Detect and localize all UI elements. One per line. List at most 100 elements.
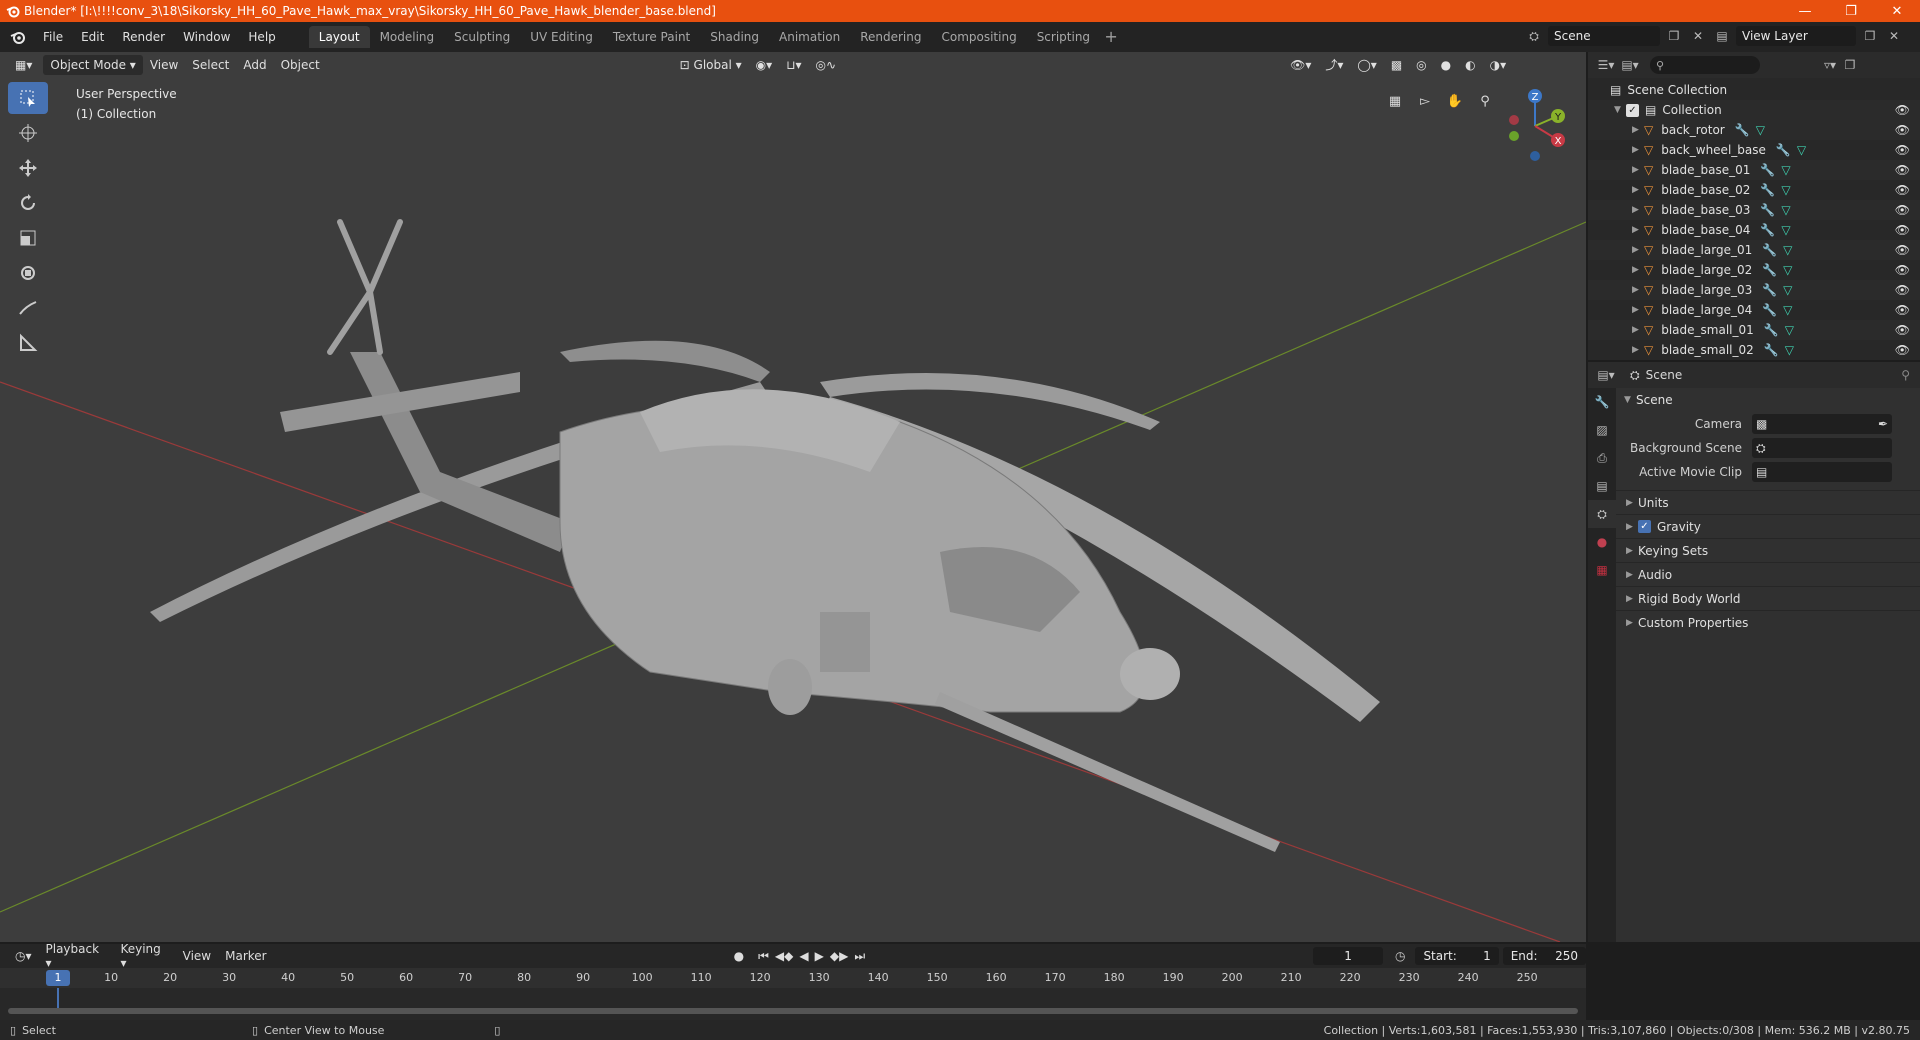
next-keyframe-icon[interactable]: ◆▶ — [830, 949, 848, 964]
transform-orientation-dropdown[interactable]: ⊡ Global ▾ — [673, 55, 749, 75]
expand-arrow-icon[interactable]: ▶ — [1632, 265, 1644, 275]
eye-icon[interactable]: 👁 — [1895, 283, 1910, 297]
tab-layout[interactable]: Layout — [308, 26, 370, 48]
outliner-item[interactable]: ▶ ▽ blade_large_02 🔧 ▽ 👁 — [1588, 260, 1920, 280]
mesh-data-icon[interactable]: ▽ — [1781, 163, 1790, 177]
modifier-wrench-icon[interactable]: 🔧 — [1764, 343, 1779, 357]
clock-icon[interactable]: ◷ — [1395, 949, 1405, 963]
eye-icon[interactable]: 👁 — [1895, 183, 1910, 197]
gravity-panel[interactable]: ▶ ✓ Gravity — [1616, 514, 1920, 538]
grid-view-icon[interactable]: ▦ — [1382, 88, 1408, 114]
scene-icon[interactable]: ⛭ — [1524, 26, 1544, 46]
modifier-wrench-icon[interactable]: 🔧 — [1760, 223, 1775, 237]
expand-arrow-icon[interactable]: ▼ — [1614, 105, 1626, 115]
new-scene-icon[interactable]: ❐ — [1664, 26, 1684, 46]
outliner-item[interactable]: ▶ ▽ blade_base_01 🔧 ▽ 👁 — [1588, 160, 1920, 180]
properties-editor-type-icon[interactable]: ▤▾ — [1596, 365, 1616, 385]
expand-arrow-icon[interactable]: ▶ — [1632, 225, 1644, 235]
menu-render[interactable]: Render — [113, 26, 174, 48]
expand-arrow-icon[interactable]: ▶ — [1632, 185, 1644, 195]
custom-properties-panel[interactable]: ▶ Custom Properties — [1616, 610, 1920, 634]
eye-icon[interactable]: 👁 — [1895, 263, 1910, 277]
zoom-icon[interactable]: ⚲ — [1472, 88, 1498, 114]
background-scene-field[interactable]: ⛭ — [1752, 438, 1892, 458]
timeline-editor-type-icon[interactable]: ◷▾ — [8, 949, 39, 963]
play-icon[interactable]: ▶ — [815, 949, 824, 964]
mesh-data-icon[interactable]: ▽ — [1781, 223, 1790, 237]
tab-modeling[interactable]: Modeling — [370, 26, 445, 48]
expand-arrow-icon[interactable]: ▶ — [1632, 145, 1644, 155]
tab-sculpting[interactable]: Sculpting — [444, 26, 520, 48]
outliner-editor-type-icon[interactable]: ☰▾ — [1596, 55, 1616, 75]
outliner-item[interactable]: ▶ ▽ blade_small_01 🔧 ▽ 👁 — [1588, 320, 1920, 340]
camera-view-icon[interactable]: ▻ — [1412, 88, 1438, 114]
expand-arrow-icon[interactable]: ▶ — [1632, 285, 1644, 295]
eye-icon[interactable]: 👁 — [1895, 243, 1910, 257]
mesh-data-icon[interactable]: ▽ — [1785, 343, 1794, 357]
mesh-data-icon[interactable]: ▽ — [1781, 183, 1790, 197]
editor-type-icon[interactable]: ▦▾ — [8, 55, 39, 75]
solid-shading-icon[interactable]: ● — [1434, 55, 1458, 75]
expand-arrow-icon[interactable]: ▶ — [1632, 325, 1644, 335]
menu-marker[interactable]: Marker — [218, 949, 273, 963]
filter-icon[interactable]: ▿▾ — [1820, 55, 1840, 75]
modifier-wrench-icon[interactable]: 🔧 — [1760, 183, 1775, 197]
minimize-button[interactable]: — — [1782, 0, 1828, 22]
wireframe-shading-icon[interactable]: ◎ — [1409, 55, 1433, 75]
view-layer-field[interactable]: View Layer — [1736, 26, 1856, 46]
snap-icon[interactable]: ⊔▾ — [779, 55, 808, 75]
expand-arrow-icon[interactable]: ▶ — [1632, 345, 1644, 355]
mesh-data-icon[interactable]: ▽ — [1797, 143, 1806, 157]
menu-keying[interactable]: Keying ▾ — [113, 942, 175, 970]
tab-compositing[interactable]: Compositing — [931, 26, 1026, 48]
scene-name-field[interactable]: Scene — [1548, 26, 1660, 46]
mesh-data-icon[interactable]: ▽ — [1756, 123, 1765, 137]
rendered-shading-icon[interactable]: ◑▾ — [1483, 55, 1514, 75]
outliner-item[interactable]: ▶ ▽ blade_base_04 🔧 ▽ 👁 — [1588, 220, 1920, 240]
pivot-point-icon[interactable]: ◉▾ — [749, 55, 780, 75]
outliner-item[interactable]: ▶ ▽ blade_base_02 🔧 ▽ 👁 — [1588, 180, 1920, 200]
rigid-body-panel[interactable]: ▶ Rigid Body World — [1616, 586, 1920, 610]
eye-icon[interactable]: 👁 — [1895, 123, 1910, 137]
mesh-data-icon[interactable]: ▽ — [1783, 283, 1792, 297]
current-frame-marker[interactable]: 1 — [46, 970, 70, 986]
menu-file[interactable]: File — [34, 26, 72, 48]
outliner-search-input[interactable]: ⚲ — [1650, 56, 1760, 74]
camera-field[interactable]: ▩ ✒ — [1752, 414, 1892, 434]
3d-viewport[interactable]: ▦▾ Object Mode ▾ View Select Add Object … — [0, 52, 1586, 942]
frame-ruler[interactable]: 1 10 20 30 40 50 60 70 80 90 100 110 120 130 140 150 16… — [0, 968, 1586, 988]
eye-icon[interactable]: 👁 — [1895, 343, 1910, 357]
eye-icon[interactable]: 👁 — [1895, 223, 1910, 237]
tab-scripting[interactable]: Scripting — [1027, 26, 1100, 48]
view-layer-icon[interactable]: ▤ — [1712, 26, 1732, 46]
jump-end-icon[interactable]: ⏭ — [854, 949, 865, 964]
scene-panel-header[interactable]: ▼ Scene — [1616, 388, 1920, 412]
menu-add[interactable]: Add — [236, 55, 273, 75]
mesh-data-icon[interactable]: ▽ — [1783, 263, 1792, 277]
overlay-toggle-icon[interactable]: ◯▾ — [1350, 55, 1383, 75]
outliner-item[interactable]: ▶ ▽ blade_base_03 🔧 ▽ 👁 — [1588, 200, 1920, 220]
end-frame-field[interactable]: End: 250 — [1502, 947, 1586, 965]
move-tool-icon[interactable] — [8, 152, 48, 184]
visibility-icon[interactable]: 👁▾ — [1283, 55, 1318, 75]
keying-sets-panel[interactable]: ▶ Keying Sets — [1616, 538, 1920, 562]
eye-icon[interactable]: 👁 — [1895, 143, 1910, 157]
start-frame-field[interactable]: Start: 1 — [1415, 947, 1499, 965]
units-panel[interactable]: ▶ Units — [1616, 490, 1920, 514]
collection-row[interactable]: ▼ ✓ ▤ Collection 👁 — [1588, 100, 1920, 120]
output-tab-icon[interactable]: ⎙ — [1588, 444, 1616, 472]
add-workspace-button[interactable]: + — [1100, 26, 1122, 48]
gizmo-toggle-icon[interactable]: ⤴▾ — [1318, 55, 1350, 75]
expand-arrow-icon[interactable]: ▶ — [1632, 305, 1644, 315]
close-window-button[interactable]: ✕ — [1874, 0, 1920, 22]
record-icon[interactable]: ● — [734, 949, 744, 964]
display-mode-icon[interactable]: ▤▾ — [1620, 55, 1640, 75]
render-tab-icon[interactable]: ▨ — [1588, 416, 1616, 444]
rotate-tool-icon[interactable] — [8, 187, 48, 219]
outliner-item[interactable]: ▶ ▽ blade_large_03 🔧 ▽ 👁 — [1588, 280, 1920, 300]
view-layer-tab-icon[interactable]: ▤ — [1588, 472, 1616, 500]
menu-select[interactable]: Select — [185, 55, 236, 75]
current-frame-field[interactable]: 1 — [1313, 947, 1383, 965]
eye-icon[interactable]: 👁 — [1895, 163, 1910, 177]
outliner-item[interactable]: ▶ ▽ back_rotor 🔧 ▽ 👁 — [1588, 120, 1920, 140]
